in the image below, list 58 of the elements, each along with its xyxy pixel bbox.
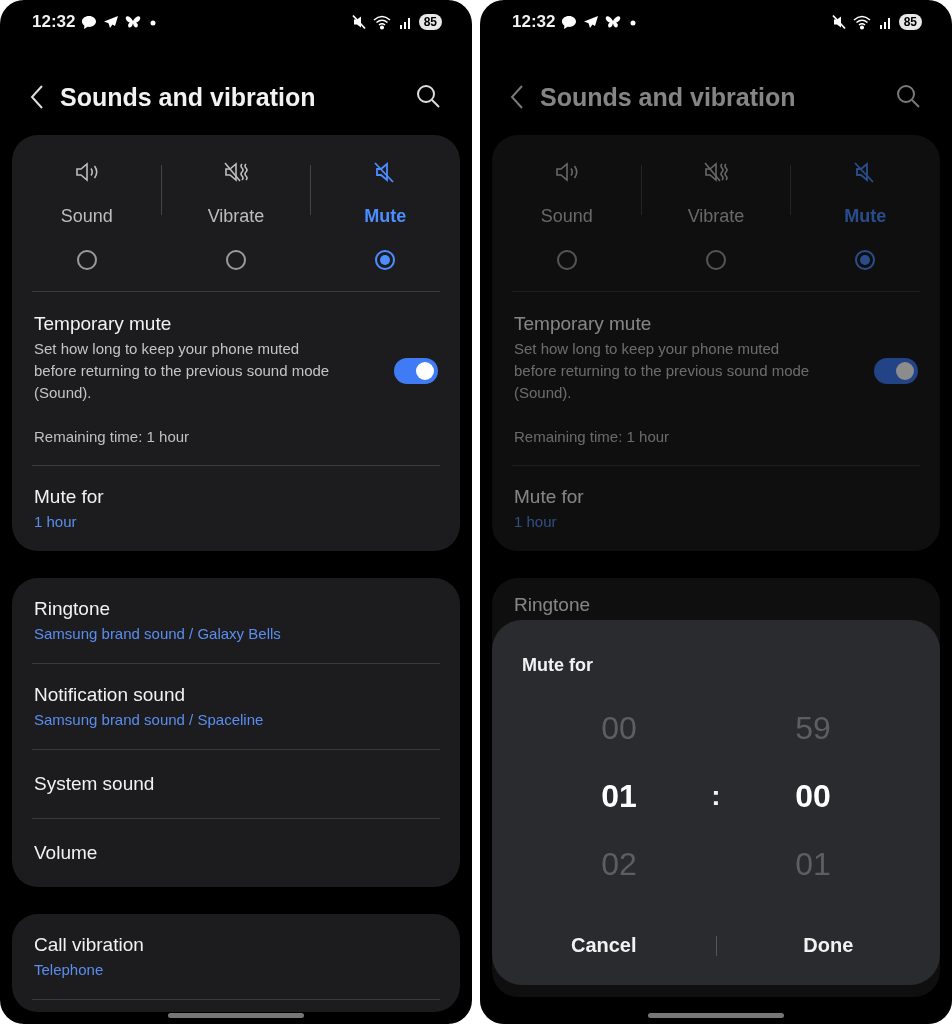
status-time: 12:32: [32, 12, 76, 32]
toggle-switch[interactable]: [394, 358, 438, 384]
setting-value: Samsung brand sound / Galaxy Bells: [34, 624, 282, 644]
battery-level: 85: [418, 14, 442, 30]
wifi-icon: [852, 14, 873, 30]
setting-title[interactable]: Ringtone: [514, 594, 918, 616]
time-separator: :: [710, 780, 722, 812]
butterfly-icon: [125, 15, 142, 29]
minute-value[interactable]: 00: [795, 762, 831, 830]
mode-label[interactable]: Sound: [60, 205, 113, 227]
wifi-icon: [372, 14, 393, 30]
speaker-icon: [73, 161, 100, 183]
setting-description: Set how long to keep your phone muted before returning to the previous sound mode (Sound).: [34, 339, 331, 403]
radio-button[interactable]: [855, 250, 876, 270]
hour-value[interactable]: 01: [601, 762, 637, 830]
battery-level: 85: [898, 14, 922, 30]
setting-title[interactable]: System sound: [34, 772, 438, 796]
setting-title[interactable]: Notification sound: [34, 683, 438, 707]
vibrate-speaker-icon: [703, 161, 729, 183]
setting-value: Telephone: [34, 960, 105, 980]
send-icon: [583, 15, 600, 29]
radio-button[interactable]: [76, 250, 97, 270]
remaining-time: Remaining time: 1 hour: [34, 427, 191, 447]
back-icon[interactable]: [30, 85, 44, 109]
mode-label[interactable]: Vibrate: [207, 205, 265, 227]
setting-value: 1 hour: [34, 512, 78, 532]
vibrate-speaker-icon: [223, 161, 249, 183]
setting-title[interactable]: Mute for: [34, 485, 438, 509]
dialog-title: Mute for: [521, 654, 594, 676]
done-button[interactable]: Done: [716, 926, 940, 965]
setting-title[interactable]: Ringtone: [34, 597, 438, 621]
radio-button[interactable]: [556, 250, 577, 270]
setting-value: 1 hour: [514, 512, 558, 532]
radio-button[interactable]: [706, 250, 726, 270]
radio-button[interactable]: [226, 250, 246, 270]
radio-button[interactable]: [375, 250, 396, 270]
setting-title[interactable]: Call vibration: [34, 933, 438, 957]
mode-label[interactable]: Mute: [364, 205, 407, 227]
search-icon[interactable]: [416, 84, 440, 108]
setting-title: Temporary mute: [514, 312, 653, 336]
chat-bubble-icon: [81, 14, 98, 30]
cancel-button[interactable]: Cancel: [492, 926, 716, 965]
muted-speaker-icon: [350, 14, 367, 30]
muted-speaker-icon: [830, 14, 847, 30]
page-title: Sounds and vibration: [60, 82, 317, 112]
setting-title[interactable]: Mute for: [514, 485, 918, 509]
setting-title: Temporary mute: [34, 312, 173, 336]
page-title: Sounds and vibration: [540, 82, 797, 112]
remaining-time: Remaining time: 1 hour: [514, 427, 671, 447]
setting-value: Samsung brand sound / Spaceline: [34, 710, 265, 730]
send-icon: [103, 15, 120, 29]
butterfly-icon: [605, 15, 622, 29]
setting-title[interactable]: Volume: [34, 841, 438, 865]
chat-bubble-icon: [561, 14, 578, 30]
setting-description: Set how long to keep your phone muted before returning to the previous sound mode (Sound).: [514, 339, 811, 403]
toggle-switch[interactable]: [874, 358, 918, 384]
status-time: 12:32: [512, 12, 556, 32]
speaker-icon: [553, 161, 580, 183]
